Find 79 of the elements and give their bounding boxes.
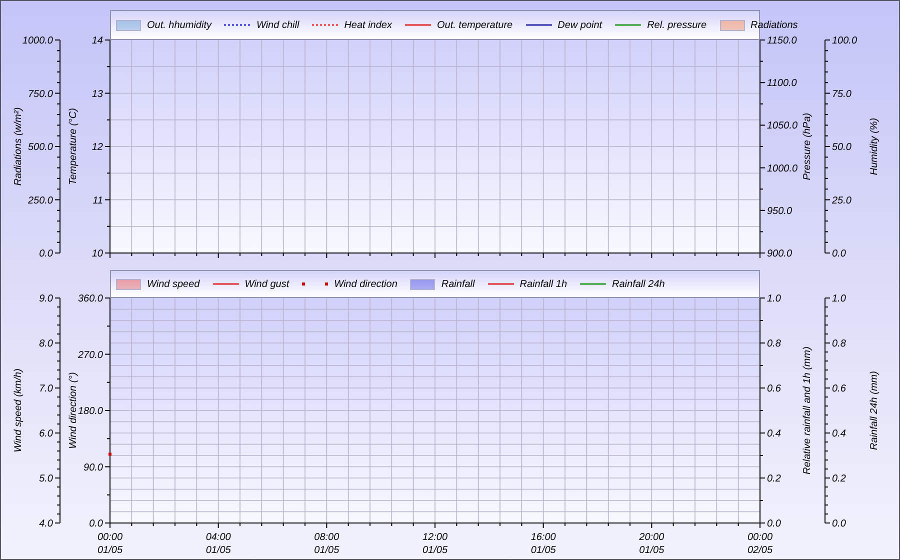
legend-label: Wind chill xyxy=(256,20,300,30)
axis-tick-label: 11 xyxy=(92,195,103,206)
axis-tick-label: 0.8 xyxy=(767,338,781,350)
axis-tick-label: 1.0 xyxy=(767,294,781,304)
axis-tick-label: 25.0 xyxy=(832,195,852,206)
axis-tick-label: 1000.0 xyxy=(767,163,798,174)
axis-tick-label: 0.6 xyxy=(832,384,846,394)
axis-tick-label: 75.0 xyxy=(832,88,852,100)
axis-tick-label: 0.0 xyxy=(832,518,846,530)
legend-label: Wind direction xyxy=(334,278,398,290)
time-tick-label: 04:00 xyxy=(206,532,231,543)
axis-tick-label: 500.0 xyxy=(28,142,53,153)
axis-tick-label: 0.0 xyxy=(767,518,781,530)
legend-label: Heat index xyxy=(344,20,392,30)
legend-label: Rel. pressure xyxy=(647,20,707,30)
axis-tick-label: 360.0 xyxy=(78,294,103,304)
axis-tick-label: 0.4 xyxy=(832,428,846,440)
date-tick-label: 01/05 xyxy=(530,545,556,556)
axis-tick-label: 90.0 xyxy=(84,462,103,474)
date-tick-label: 02/05 xyxy=(747,545,773,556)
legend-label: Rainfall xyxy=(441,278,475,290)
axis-tick-label: 0.6 xyxy=(767,384,781,394)
axis-tick-label: 10 xyxy=(92,248,103,260)
axis-tick-label: 0.0 xyxy=(832,248,846,260)
legend-label: Dew point xyxy=(558,20,602,30)
axis-tick-label: 8.0 xyxy=(39,338,53,350)
axis-tick-label: 7.0 xyxy=(39,384,53,394)
axis-tick-label: 750.0 xyxy=(28,88,53,100)
axis-title: Rainfall 24h (mm) xyxy=(869,371,880,450)
axis-tick-label: 12 xyxy=(92,142,103,153)
date-tick-label: 01/05 xyxy=(639,545,664,556)
axis-tick-label: 0.8 xyxy=(832,338,846,350)
axis-tick-label: 1150.0 xyxy=(767,36,797,46)
date-tick-label: 01/05 xyxy=(314,545,340,556)
axis-tick-label: 100.0 xyxy=(832,36,858,46)
legend-label: Rainfall 24h xyxy=(612,278,665,290)
legend-label: Out. hhumidity xyxy=(147,20,212,30)
axis-title: Humidity (%) xyxy=(869,118,880,176)
time-tick-label: 00:00 xyxy=(747,532,773,543)
axis-tick-label: 4.0 xyxy=(39,518,53,530)
axis-title: Radiations (w/m²) xyxy=(13,107,24,186)
date-tick-label: 01/05 xyxy=(422,545,448,556)
axis-tick-label: 1050.0 xyxy=(767,120,798,132)
axis-tick-label: 0.4 xyxy=(767,428,781,440)
axis-tick-label: 250.0 xyxy=(28,195,53,206)
axis-tick-label: 1.0 xyxy=(832,294,846,304)
date-tick-label: 01/05 xyxy=(97,545,123,556)
axis-tick-label: 1000.0 xyxy=(22,36,53,46)
axis-title: Wind direction (°) xyxy=(68,372,79,449)
time-tick-label: 08:00 xyxy=(314,532,340,543)
legend-label: Wind gust xyxy=(244,278,290,290)
date-tick-label: 01/05 xyxy=(206,545,231,556)
axis-tick-label: 0.0 xyxy=(89,518,103,530)
time-tick-label: 00:00 xyxy=(97,532,123,543)
axis-tick-label: 900.0 xyxy=(767,248,792,260)
axis-tick-label: 0.0 xyxy=(39,248,53,260)
axis-tick-label: 13 xyxy=(92,88,103,100)
axis-title: Temperature (°C) xyxy=(68,108,79,185)
axis-tick-label: 0.2 xyxy=(832,474,846,484)
axis-title: Pressure (hPa) xyxy=(802,112,813,180)
axis-title: Relative rainfall and 1h (mm) xyxy=(802,346,813,474)
axis-tick-label: 1100.0 xyxy=(767,78,797,90)
axis-tick-label: 9.0 xyxy=(39,294,53,304)
axis-tick-label: 5.0 xyxy=(39,474,53,484)
axis-tick-label: 180.0 xyxy=(78,406,103,417)
legend-label: Out. temperature xyxy=(437,20,513,30)
legend-label: Radiations xyxy=(750,20,798,30)
time-tick-label: 16:00 xyxy=(530,532,556,543)
time-tick-label: 20:00 xyxy=(639,532,664,543)
axis-tick-label: 14 xyxy=(92,36,103,46)
axis-title: Wind speed (km/h) xyxy=(13,368,24,452)
axis-tick-label: 270.0 xyxy=(78,350,103,361)
axis-tick-label: 50.0 xyxy=(832,142,852,153)
axis-tick-label: 0.2 xyxy=(767,474,781,484)
legend-label: Rainfall 1h xyxy=(520,278,568,290)
axis-tick-label: 6.0 xyxy=(39,428,53,440)
time-tick-label: 12:00 xyxy=(422,532,448,543)
legend-label: Wind speed xyxy=(147,278,200,290)
axis-tick-label: 950.0 xyxy=(767,206,792,217)
